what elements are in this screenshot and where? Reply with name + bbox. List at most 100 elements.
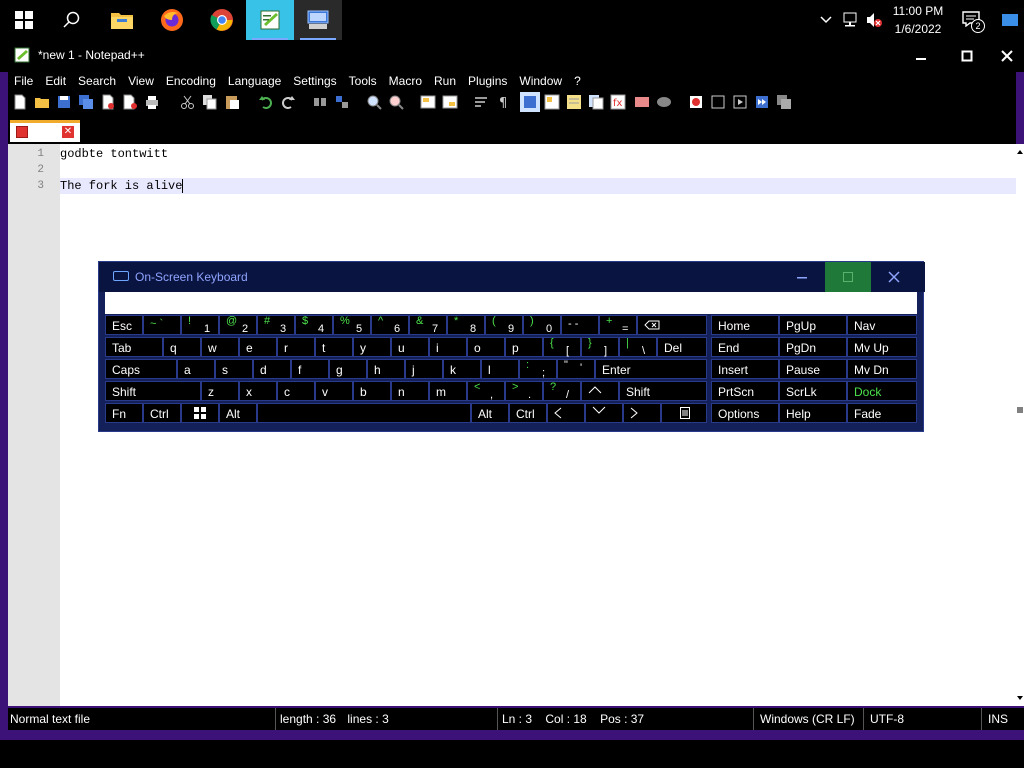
key-e[interactable]: e <box>239 337 277 357</box>
undo-icon[interactable] <box>258 94 274 110</box>
key-quote[interactable]: " ' <box>557 359 595 379</box>
key-4[interactable]: $4 <box>295 315 333 335</box>
key-help[interactable]: Help <box>779 403 847 423</box>
zoom-in-icon[interactable] <box>366 94 382 110</box>
key-fade[interactable]: Fade <box>847 403 917 423</box>
action-center-button[interactable]: 2 <box>954 0 990 40</box>
key-slash[interactable]: ? / <box>543 381 581 401</box>
menu-plugins[interactable]: Plugins <box>462 72 513 90</box>
key-1[interactable]: ! 1 <box>181 315 219 335</box>
taskbar-on-screen-keyboard[interactable] <box>294 0 342 40</box>
key-w[interactable]: w <box>201 337 239 357</box>
document-map-icon[interactable] <box>544 94 560 110</box>
key-semicolon[interactable]: :; <box>519 359 557 379</box>
key-end[interactable]: End <box>711 337 779 357</box>
close-button[interactable] <box>990 40 1024 72</box>
osk-minimize-button[interactable] <box>779 262 825 292</box>
key-options[interactable]: Options <box>711 403 779 423</box>
find-icon[interactable] <box>312 94 328 110</box>
run-macro-multiple-icon[interactable] <box>754 94 770 110</box>
key-0[interactable]: ) 0 <box>523 315 561 335</box>
menu-tools[interactable]: Tools <box>343 72 383 90</box>
taskbar-chrome[interactable] <box>198 0 246 40</box>
osk-maximize-button[interactable] <box>825 262 871 292</box>
key-pgup[interactable]: PgUp <box>779 315 847 335</box>
key-r[interactable]: r <box>277 337 315 357</box>
key-scrlk[interactable]: ScrLk <box>779 381 847 401</box>
key-insert[interactable]: Insert <box>711 359 779 379</box>
minimize-button[interactable] <box>898 40 944 72</box>
key-x[interactable]: x <box>239 381 277 401</box>
key-close-bracket[interactable]: }] <box>581 337 619 357</box>
menu-language[interactable]: Language <box>222 72 287 90</box>
menu-file[interactable]: File <box>8 72 39 90</box>
menu-search[interactable]: Search <box>72 72 122 90</box>
key-shift-left[interactable]: Shift <box>105 381 201 401</box>
key-nav[interactable]: Nav <box>847 315 917 335</box>
key-ctrl-right[interactable]: Ctrl <box>509 403 547 423</box>
spell-check-icon[interactable] <box>656 94 672 110</box>
play-macro-icon[interactable] <box>732 94 748 110</box>
taskbar-firefox[interactable] <box>148 0 196 40</box>
title-bar[interactable]: *new 1 - Notepad++ <box>0 40 1024 72</box>
key-b[interactable]: b <box>353 381 391 401</box>
key-windows[interactable] <box>181 403 219 423</box>
key-y[interactable]: y <box>353 337 391 357</box>
key-i[interactable]: i <box>429 337 467 357</box>
key-6[interactable]: ^ 6 <box>371 315 409 335</box>
key-space[interactable] <box>257 403 471 423</box>
key-mv-up[interactable]: Mv Up <box>847 337 917 357</box>
start-button[interactable] <box>0 0 48 40</box>
key-pause[interactable]: Pause <box>779 359 847 379</box>
key-2[interactable]: @2 <box>219 315 257 335</box>
replace-icon[interactable] <box>334 94 350 110</box>
sync-horizontal-icon[interactable] <box>442 94 458 110</box>
folder-workspace-icon[interactable] <box>588 94 604 110</box>
paste-icon[interactable] <box>224 94 240 110</box>
key-comma[interactable]: <, <box>467 381 505 401</box>
key-del[interactable]: Del <box>657 337 707 357</box>
current-code-line[interactable]: The fork is alive <box>60 178 1016 194</box>
status-eol[interactable]: Windows (CR LF) <box>754 708 864 730</box>
key-dock[interactable]: Dock <box>847 381 917 401</box>
record-macro-icon[interactable] <box>688 94 704 110</box>
key-v[interactable]: v <box>315 381 353 401</box>
key-k[interactable]: k <box>443 359 481 379</box>
key-arrow-right[interactable] <box>623 403 661 423</box>
key-open-bracket[interactable]: {[ <box>543 337 581 357</box>
close-file-icon[interactable] <box>100 94 116 110</box>
key-j[interactable]: j <box>405 359 443 379</box>
menu-help[interactable]: ? <box>568 72 587 90</box>
key-arrow-down[interactable] <box>585 403 623 423</box>
key-alt-right[interactable]: Alt <box>471 403 509 423</box>
show-hidden-icons-button[interactable] <box>814 0 838 40</box>
indent-guide-icon[interactable] <box>520 92 540 112</box>
open-file-icon[interactable] <box>34 94 50 110</box>
menu-run[interactable]: Run <box>428 72 462 90</box>
key-fn[interactable]: Fn <box>105 403 143 423</box>
key-tab[interactable]: Tab <box>105 337 163 357</box>
key-caps[interactable]: Caps <box>105 359 177 379</box>
scroll-thumb-grip-icon[interactable] <box>1016 406 1024 414</box>
status-encoding[interactable]: UTF-8 <box>864 708 982 730</box>
menu-window[interactable]: Window <box>513 72 568 90</box>
print-icon[interactable] <box>144 94 160 110</box>
redo-icon[interactable] <box>280 94 296 110</box>
key-tilde[interactable]: ~ ` <box>143 315 181 335</box>
menu-view[interactable]: View <box>122 72 160 90</box>
scroll-down-icon[interactable] <box>1016 694 1024 702</box>
osk-close-button[interactable] <box>871 262 917 292</box>
code-line[interactable] <box>60 162 1016 178</box>
menu-edit[interactable]: Edit <box>39 72 72 90</box>
key-l[interactable]: l <box>481 359 519 379</box>
key-u[interactable]: u <box>391 337 429 357</box>
key-ctrl-left[interactable]: Ctrl <box>143 403 181 423</box>
menu-settings[interactable]: Settings <box>287 72 342 90</box>
key-alt-left[interactable]: Alt <box>219 403 257 423</box>
copy-icon[interactable] <box>202 94 218 110</box>
key-a[interactable]: a <box>177 359 215 379</box>
key-home[interactable]: Home <box>711 315 779 335</box>
key-c[interactable]: c <box>277 381 315 401</box>
taskbar-clock[interactable]: 11:00 PM 1/6/2022 <box>888 2 948 38</box>
code-line[interactable]: godbte tontwitt <box>60 146 1016 162</box>
